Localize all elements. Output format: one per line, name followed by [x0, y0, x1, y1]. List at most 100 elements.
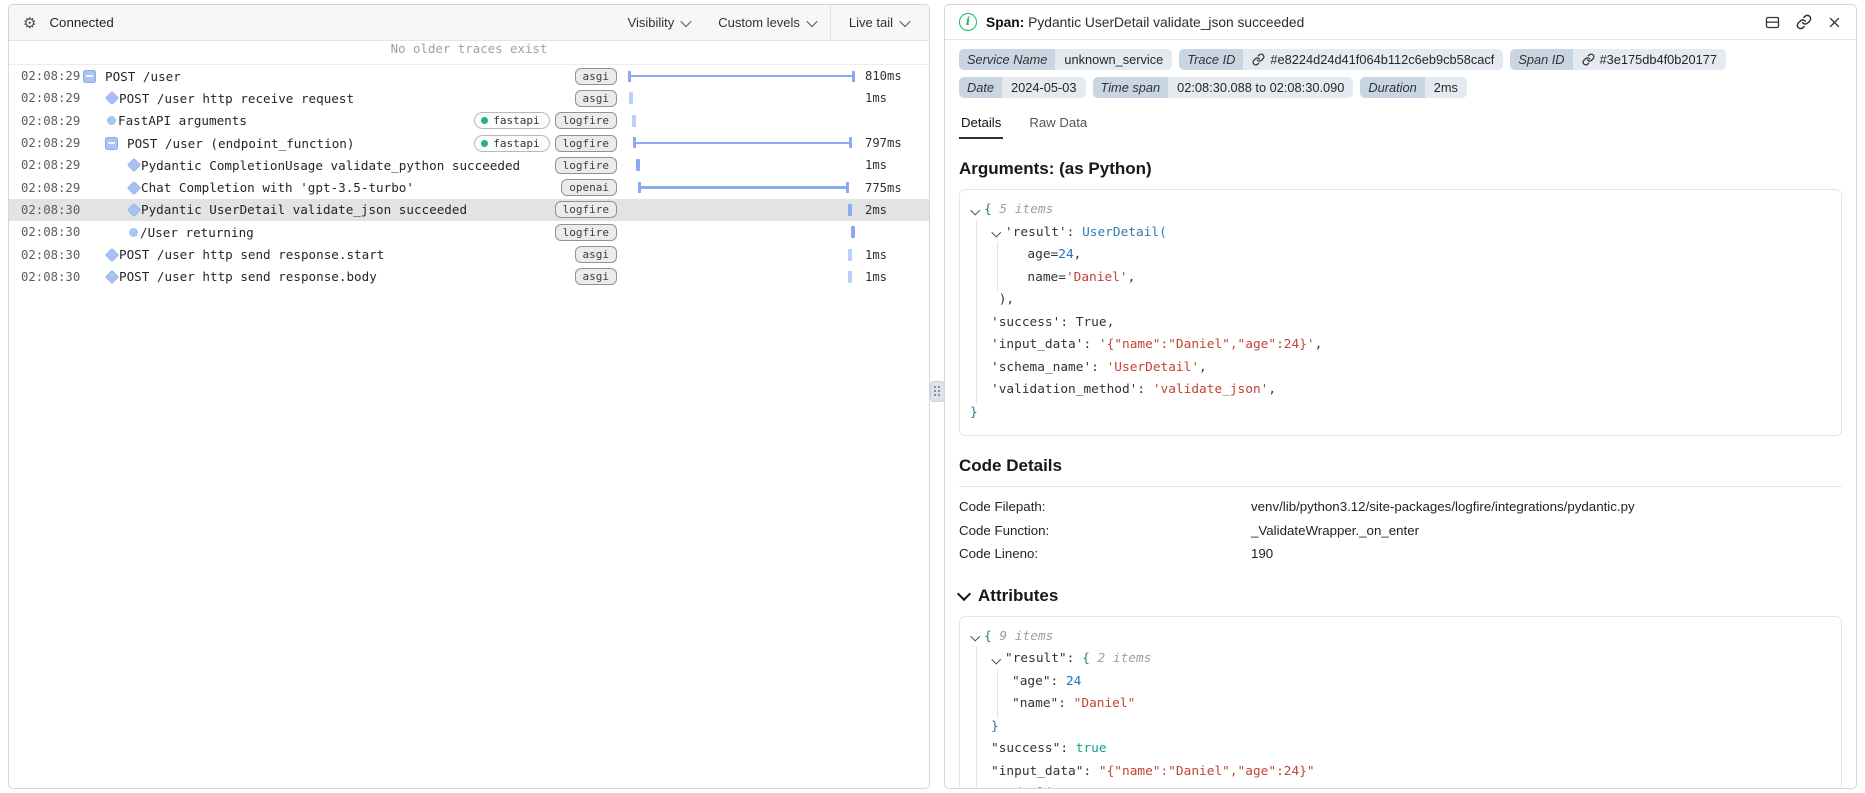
collapse-caret-icon[interactable]: [970, 626, 984, 649]
span-name: POST /user: [105, 68, 181, 84]
minus-icon[interactable]: [83, 69, 96, 83]
settings-gear-icon[interactable]: ⚙: [23, 14, 36, 32]
code-line: }: [970, 713, 1831, 740]
code-detail-row: Code Lineno: 190: [959, 542, 1842, 566]
panel-resize-handle[interactable]: [930, 381, 945, 402]
tag-asgi[interactable]: asgi: [574, 67, 617, 85]
trace-timestamp: 02:08:30: [21, 247, 81, 262]
code-line: "input_data": "{"name":"Daniel","age":24…: [970, 758, 1831, 785]
tag-logfire[interactable]: logfire: [554, 134, 617, 152]
collapse-caret-icon[interactable]: [991, 648, 1005, 671]
no-older-traces-notice: No older traces exist: [9, 41, 929, 65]
attributes-json-block: { 9 items "result": { 2 items "age": 24 "na…: [959, 615, 1842, 788]
visibility-dropdown[interactable]: Visibility: [614, 5, 705, 40]
diamond-icon: [126, 180, 142, 195]
code-line: ),: [970, 287, 1831, 313]
indent-guide: [970, 713, 991, 740]
trace-timestamp: 02:08:30: [21, 202, 81, 217]
trace-row[interactable]: 02:08:29 POST /user asgi 810ms: [9, 65, 929, 87]
badge-span-id: Span ID #3e175db4f0b20177: [1510, 49, 1726, 70]
code-line: }: [970, 404, 978, 420]
tag-asgi[interactable]: asgi: [574, 246, 617, 264]
code-detail-row: Code Filepath: venv/lib/python3.12/site-p…: [959, 495, 1842, 519]
green-dot-icon: [481, 139, 489, 147]
badge-duration: Duration 2ms: [1360, 77, 1467, 98]
badge-time-span: Time span 02:08:30.088 to 02:08:30.090: [1092, 77, 1354, 98]
indent-guide: [970, 287, 991, 313]
indent-guide: [970, 242, 991, 268]
span-name: FastAPI arguments: [118, 113, 247, 129]
collapse-chevron-icon[interactable]: [956, 586, 972, 601]
badge-label: Duration: [1360, 77, 1425, 98]
trace-row[interactable]: 02:08:30 POST /user http send response.st…: [9, 243, 929, 265]
indent-guide: [970, 781, 991, 788]
dock-panel-icon[interactable]: [1764, 14, 1781, 31]
code-details-heading: Code Details: [959, 456, 1062, 475]
trace-row[interactable]: 02:08:29 Chat Completion with 'gpt-3.5-tu…: [9, 176, 929, 198]
code-line: age= 24,: [970, 242, 1831, 268]
code-detail-value: venv/lib/python3.12/site-packages/logfir…: [1251, 499, 1635, 514]
fastapi-tag[interactable]: fastapi: [474, 112, 550, 130]
trace-row[interactable]: 02:08:30 Pydantic UserDetail validate_jso…: [9, 198, 929, 222]
diamond-icon: [126, 202, 142, 217]
live-tail-dropdown[interactable]: Live tail: [829, 5, 929, 40]
trace-timestamp: 02:08:30: [21, 269, 81, 284]
trace-timestamp: 02:08:29: [21, 113, 81, 128]
duration-label: 1ms: [865, 158, 888, 173]
tab-details[interactable]: Details: [959, 110, 1004, 139]
trace-row[interactable]: 02:08:29 FastAPI arguments fastapi logfire: [9, 110, 929, 132]
tab-raw-data[interactable]: Raw Data: [1027, 110, 1089, 139]
span-detail-panel: i Span: Pydantic UserDetail validate_jso…: [944, 4, 1857, 789]
badge-label: Span ID: [1510, 49, 1573, 70]
circle-icon: [107, 116, 116, 126]
tag-openai[interactable]: openai: [561, 179, 617, 197]
badge-label: Service Name: [959, 49, 1056, 70]
code-line: 'validation_method': 'validate_json',: [970, 377, 1831, 403]
copy-link-icon[interactable]: [1796, 14, 1812, 30]
trace-row[interactable]: 02:08:29 Pydantic CompletionUsage validat…: [9, 154, 929, 176]
custom-levels-dropdown[interactable]: Custom levels: [704, 5, 830, 40]
tag-logfire[interactable]: logfire: [554, 201, 617, 219]
code-line: 'schema_name': 'UserDetail',: [970, 354, 1831, 381]
detail-tabs: Details Raw Data: [959, 110, 1842, 139]
span-name: Chat Completion with 'gpt-3.5-turbo': [141, 180, 414, 196]
trace-row[interactable]: 02:08:30/User returning logfire: [9, 221, 929, 243]
duration-bar: [627, 135, 857, 151]
tag-asgi[interactable]: asgi: [574, 268, 617, 286]
indent-guide: [970, 668, 991, 695]
duration-label: 2ms: [865, 202, 888, 217]
badge-value[interactable]: #3e175db4f0b20177: [1572, 49, 1726, 70]
collapse-caret-icon[interactable]: [991, 222, 1005, 245]
tag-logfire[interactable]: logfire: [554, 223, 617, 241]
tag-asgi[interactable]: asgi: [574, 89, 617, 107]
code-line: name= 'Daniel',: [970, 264, 1831, 291]
span-title: Span: Pydantic UserDetail validate_json …: [986, 14, 1305, 30]
trace-row[interactable]: 02:08:30 POST /user http send response.bo…: [9, 266, 929, 288]
duration-bar: [627, 157, 857, 173]
trace-list: 02:08:29 POST /user asgi 810ms 02:08:29 POST …: [9, 65, 929, 288]
trace-row[interactable]: 02:08:29 POST /user (endpoint_function) fa…: [9, 132, 929, 154]
trace-timestamp: 02:08:30: [21, 225, 81, 240]
code-line: 'input_data': '{"name":"Daniel","age":24…: [970, 332, 1831, 358]
collapse-caret-icon[interactable]: [970, 199, 984, 222]
badge-date: Date 2024-05-03: [959, 77, 1086, 98]
close-icon[interactable]: [1827, 15, 1842, 30]
code-details-table: Code Filepath: venv/lib/python3.12/site-p…: [959, 495, 1842, 566]
duration-label: 1ms: [865, 91, 888, 106]
tag-logfire[interactable]: logfire: [554, 156, 617, 174]
trace-timestamp: 02:08:29: [21, 180, 81, 195]
link-icon: [1252, 53, 1265, 66]
duration-bar: [627, 269, 857, 285]
indent-guide: [970, 332, 991, 358]
fastapi-tag[interactable]: fastapi: [474, 134, 550, 152]
chevron-down-icon: [899, 15, 911, 27]
duration-label: 797ms: [865, 136, 902, 151]
indent-guide: [970, 264, 991, 291]
minus-icon[interactable]: [105, 136, 118, 150]
tag-logfire[interactable]: logfire: [554, 112, 617, 130]
arguments-python-block: { 5 items'result': UserDetail( age= 24, n…: [959, 189, 1842, 436]
badge-label: Trace ID: [1179, 49, 1244, 70]
badge-value[interactable]: #e8224d24d41f064b112c6eb9cb58cacf: [1243, 49, 1504, 70]
trace-row[interactable]: 02:08:29 POST /user http receive request a…: [9, 87, 929, 109]
code-detail-value: 190: [1251, 546, 1274, 561]
